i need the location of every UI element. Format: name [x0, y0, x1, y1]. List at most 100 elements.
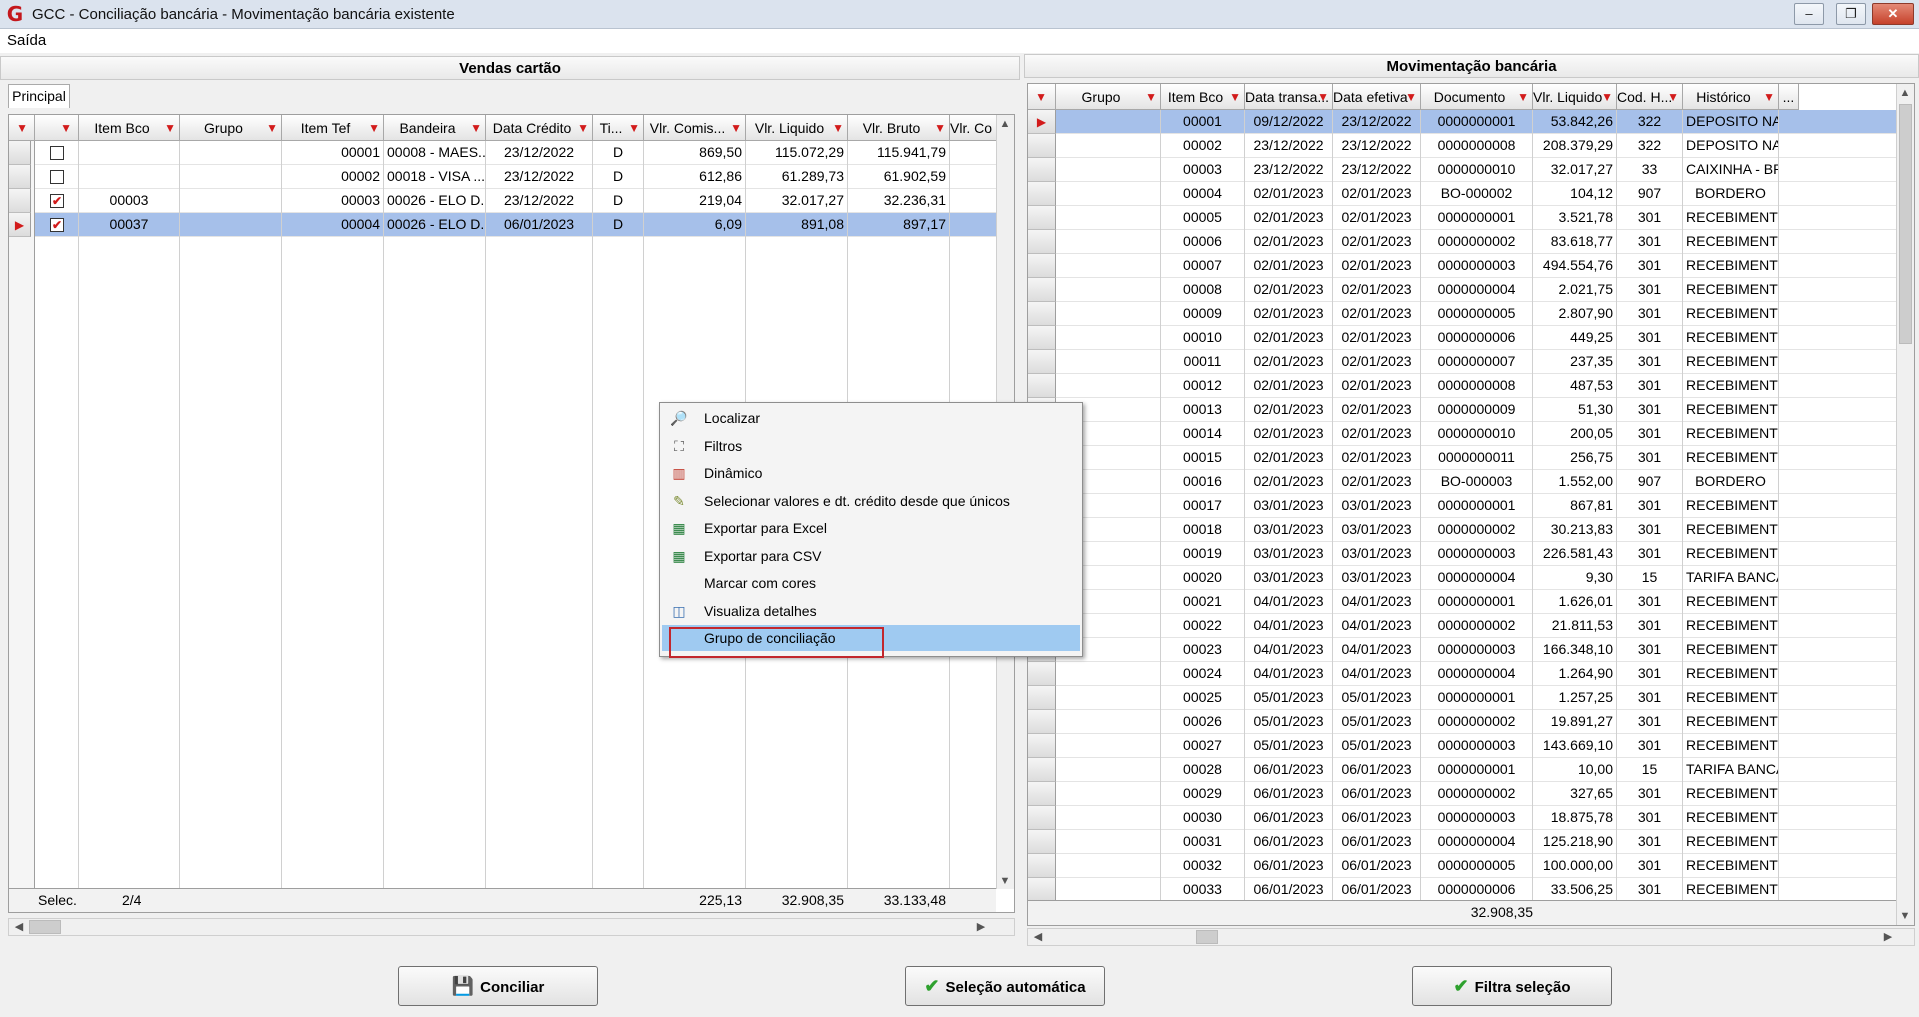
- table-row[interactable]: 00004 02/01/2023 02/01/2023 BO-000002 104,12…: [1028, 182, 1896, 206]
- row-selector[interactable]: [1028, 806, 1056, 830]
- row-selector[interactable]: [9, 141, 31, 165]
- table-row[interactable]: 00010 02/01/2023 02/01/2023 0000000006 449,2…: [1028, 326, 1896, 350]
- filter-icon[interactable]: ▼: [470, 115, 482, 140]
- scroll-right-icon[interactable]: ▶: [1880, 930, 1896, 943]
- checkbox-column-header[interactable]: ▼: [35, 115, 79, 141]
- menu-saida[interactable]: Saída: [7, 32, 46, 49]
- scroll-right-icon[interactable]: ▶: [973, 920, 989, 933]
- filter-icon[interactable]: ▼: [368, 115, 380, 140]
- table-row[interactable]: 00009 02/01/2023 02/01/2023 0000000005 2.807…: [1028, 302, 1896, 326]
- row-selector[interactable]: [1028, 374, 1056, 398]
- context-menu-item[interactable]: ⛶ Filtros: [662, 433, 1080, 459]
- row-selector[interactable]: [1028, 230, 1056, 254]
- filter-icon[interactable]: ▼: [1145, 84, 1157, 109]
- filter-icon[interactable]: ▼: [934, 115, 946, 140]
- table-row[interactable]: 00002 23/12/2022 23/12/2022 0000000008 208.3…: [1028, 134, 1896, 158]
- row-selector[interactable]: [1028, 350, 1056, 374]
- table-row[interactable]: 00016 02/01/2023 02/01/2023 BO-000003 1.552,…: [1028, 470, 1896, 494]
- filter-icon[interactable]: ▼: [577, 115, 589, 140]
- table-row[interactable]: 00028 06/01/2023 06/01/2023 0000000001 10,00…: [1028, 758, 1896, 782]
- table-row[interactable]: 00031 06/01/2023 06/01/2023 0000000004 125.2…: [1028, 830, 1896, 854]
- row-selector[interactable]: [9, 165, 31, 189]
- movimentacao-horizontal-scrollbar[interactable]: ◀ ▶: [1027, 928, 1915, 946]
- table-row[interactable]: 00013 02/01/2023 02/01/2023 0000000009 51,30…: [1028, 398, 1896, 422]
- restore-button[interactable]: ❐: [1836, 3, 1866, 25]
- filtra-selecao-button[interactable]: ✔ Filtra seleção: [1412, 966, 1612, 1006]
- filter-icon[interactable]: ▼: [1517, 84, 1529, 109]
- row-selector[interactable]: [1028, 158, 1056, 182]
- context-menu-item[interactable]: ◫ Visualiza detalhes: [662, 598, 1080, 624]
- table-row[interactable]: 00003 23/12/2022 23/12/2022 0000000010 32.01…: [1028, 158, 1896, 182]
- row-selector[interactable]: [1028, 206, 1056, 230]
- row-selector[interactable]: [1028, 134, 1056, 158]
- table-row[interactable]: 00024 04/01/2023 04/01/2023 0000000004 1.264…: [1028, 662, 1896, 686]
- column-header[interactable]: Data efetiva ▼: [1333, 84, 1421, 110]
- checked-checkbox[interactable]: ✔: [50, 218, 64, 232]
- table-row[interactable]: 00007 02/01/2023 02/01/2023 0000000003 494.5…: [1028, 254, 1896, 278]
- filter-icon[interactable]: ▼: [164, 115, 176, 140]
- row-indicator-header[interactable]: ▼: [9, 115, 35, 141]
- filter-icon[interactable]: ▼: [60, 115, 72, 140]
- filter-icon[interactable]: ▼: [1229, 84, 1241, 109]
- filter-icon[interactable]: ▼: [1763, 84, 1775, 109]
- context-menu-item[interactable]: ▥ Dinâmico: [662, 460, 1080, 486]
- table-row[interactable]: 00023 04/01/2023 04/01/2023 0000000003 166.3…: [1028, 638, 1896, 662]
- unchecked-checkbox[interactable]: [50, 146, 64, 160]
- row-selector[interactable]: [1028, 878, 1056, 902]
- checkbox-cell[interactable]: ✔: [35, 189, 79, 213]
- scroll-thumb[interactable]: [1196, 930, 1218, 944]
- row-indicator-header[interactable]: ▼: [1028, 84, 1056, 110]
- table-row[interactable]: 00026 05/01/2023 05/01/2023 0000000002 19.89…: [1028, 710, 1896, 734]
- scroll-left-icon[interactable]: ◀: [11, 920, 27, 933]
- table-row[interactable]: 00006 02/01/2023 02/01/2023 0000000002 83.61…: [1028, 230, 1896, 254]
- column-header[interactable]: Vlr. Liquido ▼: [746, 115, 848, 141]
- table-row[interactable]: 00015 02/01/2023 02/01/2023 0000000011 256,7…: [1028, 446, 1896, 470]
- column-header[interactable]: Vlr. Liquido ▼: [1533, 84, 1617, 110]
- column-header[interactable]: Documento ▼: [1421, 84, 1533, 110]
- context-menu-item[interactable]: Marcar com cores: [662, 570, 1080, 596]
- scroll-up-icon[interactable]: ▲: [997, 118, 1013, 130]
- row-selector[interactable]: [1028, 758, 1056, 782]
- scroll-down-icon[interactable]: ▼: [1897, 910, 1913, 922]
- row-selector[interactable]: [1028, 734, 1056, 758]
- filter-icon[interactable]: ▼: [1601, 84, 1613, 109]
- checkbox-cell[interactable]: ✔: [35, 213, 79, 237]
- checkbox-cell[interactable]: [35, 141, 79, 165]
- column-header[interactable]: Bandeira ▼: [384, 115, 486, 141]
- filter-icon[interactable]: ▼: [832, 115, 844, 140]
- row-selector[interactable]: [1028, 302, 1056, 326]
- filter-icon[interactable]: ▼: [1317, 84, 1329, 109]
- filter-icon[interactable]: ▼: [266, 115, 278, 140]
- close-button[interactable]: ✕: [1872, 3, 1914, 25]
- row-selector[interactable]: ▶: [1028, 110, 1056, 134]
- row-selector[interactable]: [1028, 830, 1056, 854]
- table-row[interactable]: 00017 03/01/2023 03/01/2023 0000000001 867,8…: [1028, 494, 1896, 518]
- column-header[interactable]: Item Bco ▼: [79, 115, 180, 141]
- column-header[interactable]: Item Tef ▼: [282, 115, 384, 141]
- column-header[interactable]: Ti... ▼: [593, 115, 644, 141]
- table-row[interactable]: 00014 02/01/2023 02/01/2023 0000000010 200,0…: [1028, 422, 1896, 446]
- filter-icon[interactable]: ▼: [1035, 84, 1047, 109]
- filter-icon[interactable]: ▼: [628, 115, 640, 140]
- context-menu-item[interactable]: 🔎 Localizar: [662, 405, 1080, 431]
- selecao-automatica-button[interactable]: ✔ Seleção automática: [905, 966, 1105, 1006]
- row-selector[interactable]: [1028, 182, 1056, 206]
- row-selector[interactable]: [1028, 686, 1056, 710]
- checked-checkbox[interactable]: ✔: [50, 194, 64, 208]
- table-row[interactable]: 00032 06/01/2023 06/01/2023 0000000005 100.0…: [1028, 854, 1896, 878]
- row-selector[interactable]: [1028, 854, 1056, 878]
- conciliar-button[interactable]: 💾 Conciliar: [398, 966, 598, 1006]
- column-header[interactable]: Data Crédito ▼: [486, 115, 593, 141]
- row-selector[interactable]: [1028, 326, 1056, 350]
- table-row[interactable]: 00019 03/01/2023 03/01/2023 0000000003 226.5…: [1028, 542, 1896, 566]
- row-selector[interactable]: [1028, 254, 1056, 278]
- row-selector[interactable]: [1028, 782, 1056, 806]
- table-row[interactable]: 00008 02/01/2023 02/01/2023 0000000004 2.021…: [1028, 278, 1896, 302]
- scroll-thumb[interactable]: [1899, 104, 1912, 344]
- column-header[interactable]: Vlr. Comis... ▼: [644, 115, 746, 141]
- filter-icon[interactable]: ▼: [730, 115, 742, 140]
- row-selector[interactable]: ▶: [9, 213, 31, 237]
- table-row[interactable]: 00001 09/12/2022 23/12/2022 0000000001 53.84…: [1028, 110, 1896, 134]
- unchecked-checkbox[interactable]: [50, 170, 64, 184]
- column-header[interactable]: Cod. H... ▼: [1617, 84, 1683, 110]
